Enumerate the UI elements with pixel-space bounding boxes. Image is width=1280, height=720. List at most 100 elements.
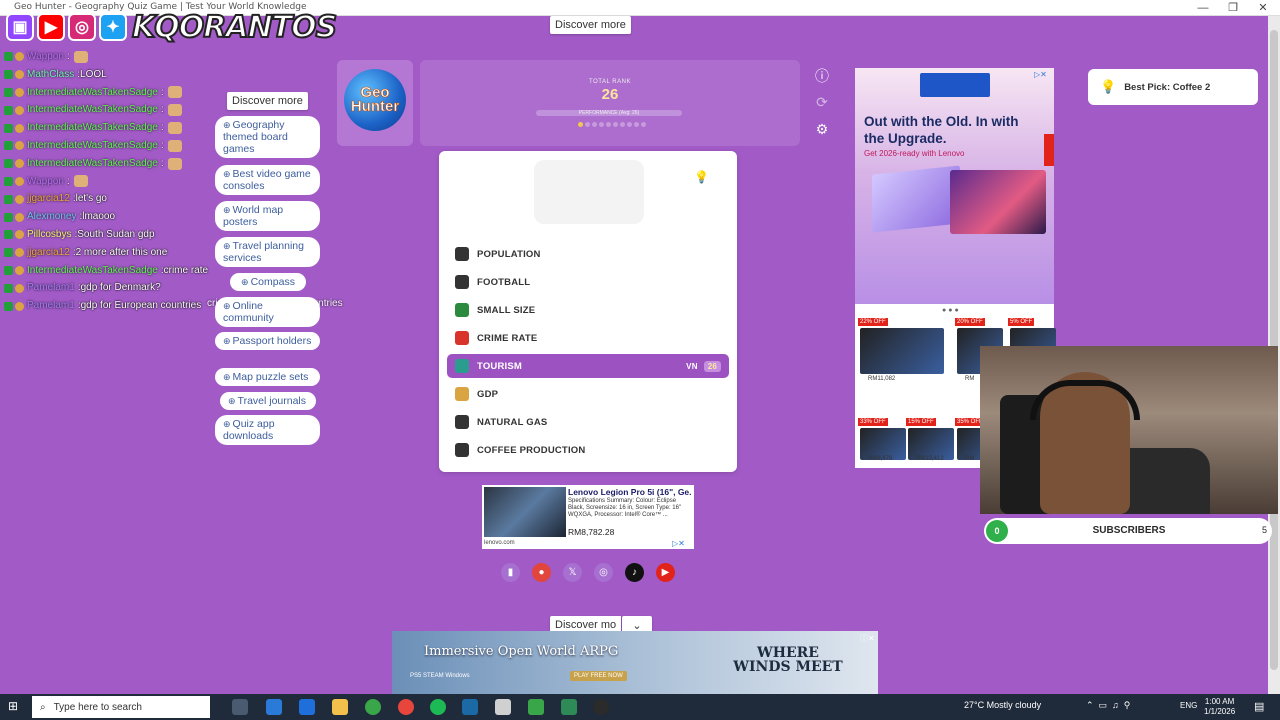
category-label: POPULATION xyxy=(477,248,541,260)
ad-link-online-community[interactable]: ⊕ Online community xyxy=(215,297,320,327)
verified-badge-icon xyxy=(4,265,13,275)
chrome-icon[interactable] xyxy=(365,699,381,715)
chat-text: South Sudan gdp xyxy=(77,228,155,240)
product-image[interactable] xyxy=(484,487,566,537)
app-icon[interactable] xyxy=(495,699,511,715)
category-row-crime-rate[interactable]: CRIME RATE xyxy=(447,326,729,350)
app-icon[interactable] xyxy=(528,699,544,715)
excel-icon[interactable] xyxy=(561,699,577,715)
chat-separator: : xyxy=(160,104,164,116)
emote-icon xyxy=(167,122,182,135)
ad-link-quiz-apps[interactable]: ⊕ Quiz app downloads xyxy=(215,415,320,445)
product-tile-image[interactable] xyxy=(860,328,944,374)
performance-dot xyxy=(627,122,632,127)
record-icon[interactable]: ● xyxy=(532,563,551,582)
discover-more-top[interactable]: Discover more xyxy=(550,16,631,34)
plus-circle-icon: ⊕ xyxy=(223,120,231,130)
chat-separator: : xyxy=(160,86,164,98)
windows-start-icon[interactable]: ⊞ xyxy=(8,699,22,713)
ad-link-travel-planning[interactable]: ⊕ Travel planning services xyxy=(215,237,320,267)
tourism-icon xyxy=(455,359,469,373)
chat-separator: : xyxy=(66,51,70,62)
clock[interactable]: 1:00 AM 1/1/2026 xyxy=(1204,697,1235,717)
category-row-tourism[interactable]: TOURISM VN 26 xyxy=(447,354,729,378)
lightbulb-icon[interactable]: 💡 xyxy=(694,170,709,184)
product-title[interactable]: Lenovo Legion Pro 5i (16", Ge... xyxy=(568,487,692,497)
verified-badge-icon xyxy=(4,87,13,97)
category-row-small-size[interactable]: SMALL SIZE xyxy=(447,298,729,322)
info-icon[interactable]: ⓘ xyxy=(813,67,831,85)
carousel-dots[interactable]: ●●● xyxy=(942,307,961,314)
ad-close-icon[interactable]: ⓘ✕ xyxy=(860,633,875,644)
category-row-coffee-production[interactable]: COFFEE PRODUCTION xyxy=(447,438,729,462)
category-row-population[interactable]: POPULATION xyxy=(447,242,729,266)
verified-badge-icon xyxy=(4,105,13,115)
obs-icon[interactable] xyxy=(593,699,609,715)
product-domain[interactable]: lenovo.com xyxy=(484,540,515,546)
sub-badge-icon xyxy=(15,283,24,293)
bug-report-icon[interactable]: ▮ xyxy=(501,563,520,582)
category-row-gdp[interactable]: GDP xyxy=(447,382,729,406)
bottom-ad-brand[interactable]: WHERE WINDS MEET xyxy=(728,646,848,674)
ad-link-compass[interactable]: ⊕ Compass xyxy=(230,273,306,291)
close-button[interactable]: ✕ xyxy=(1256,1,1270,15)
play-free-button[interactable]: PLAY FREE NOW xyxy=(570,671,627,681)
search-placeholder: Type here to search xyxy=(53,701,142,713)
language-indicator[interactable]: ENG xyxy=(1180,701,1197,710)
ad-link-board-games[interactable]: ⊕ Geography themed board games xyxy=(215,116,320,158)
copilot-icon[interactable] xyxy=(266,699,282,715)
rank-panel xyxy=(420,60,800,146)
football-icon xyxy=(455,275,469,289)
plus-circle-icon: ⊕ xyxy=(223,419,231,429)
chrome-icon[interactable] xyxy=(398,699,414,715)
chat-username: IntermediateWasTakenSadge xyxy=(27,157,158,169)
category-label: TOURISM xyxy=(477,360,523,372)
emote-icon xyxy=(73,50,88,63)
ad-link-travel-journals[interactable]: ⊕ Travel journals xyxy=(220,392,316,410)
refresh-icon[interactable]: ⟳ xyxy=(813,93,831,111)
subscriber-goal: 5 xyxy=(1262,525,1268,535)
tiktok-icon[interactable]: ♪ xyxy=(625,563,644,582)
ad-link-map-posters[interactable]: ⊕ World map posters xyxy=(215,201,320,231)
category-row-natural-gas[interactable]: NATURAL GAS xyxy=(447,410,729,434)
ad-link-map-puzzles[interactable]: ⊕ Map puzzle sets xyxy=(215,368,320,386)
verified-badge-icon xyxy=(4,52,13,62)
product-price: RM8,782.28 xyxy=(568,527,615,537)
bottom-ad-title[interactable]: Immersive Open World ARPG xyxy=(424,644,618,659)
youtube-icon[interactable]: ▶ xyxy=(656,563,675,582)
maximize-button[interactable]: ❐ xyxy=(1226,1,1240,15)
minimize-button[interactable]: — xyxy=(1196,1,1210,15)
taskbar-search[interactable]: ⌕ Type here to search xyxy=(32,696,210,718)
discover-more-button[interactable]: Discover more xyxy=(227,92,308,110)
edge-icon[interactable] xyxy=(299,699,315,715)
task-view-icon[interactable] xyxy=(232,699,248,715)
ad-choices-icon[interactable]: ▷✕ xyxy=(672,539,685,548)
sub-badge-icon xyxy=(15,87,24,97)
ad-choices-icon[interactable]: ▷✕ xyxy=(1034,70,1047,79)
ad-link-passport-holders[interactable]: ⊕ Passport holders xyxy=(215,332,320,350)
verified-badge-icon xyxy=(4,176,13,186)
product-tile-price: RM xyxy=(965,376,975,382)
category-row-football[interactable]: FOOTBALL xyxy=(447,270,729,294)
lightbulb-icon: 💡 xyxy=(1100,79,1117,94)
notification-icon[interactable]: ▤ xyxy=(1254,700,1264,713)
spotify-icon[interactable] xyxy=(430,699,446,715)
settings-icon[interactable]: ⚙ xyxy=(813,120,831,138)
chat-separator: : xyxy=(66,175,70,187)
game-logo[interactable]: Geo Hunter xyxy=(340,85,410,115)
x-icon[interactable]: 𝕏 xyxy=(563,563,582,582)
steam-icon[interactable] xyxy=(462,699,478,715)
instagram-icon: ◎ xyxy=(68,13,96,41)
plus-circle-icon: ⊕ xyxy=(223,241,231,251)
people-icon xyxy=(455,247,469,261)
file-explorer-icon[interactable] xyxy=(332,699,348,715)
weather-widget[interactable]: 27°C Mostly cloudy xyxy=(964,700,1041,710)
instagram-icon[interactable]: ◎ xyxy=(594,563,613,582)
chat-text: lmaooo xyxy=(82,211,116,223)
ad-link-game-consoles[interactable]: ⊕ Best video game consoles xyxy=(215,165,320,195)
sub-badge-icon xyxy=(15,141,24,151)
system-tray-icons[interactable]: ⌃▭♫⚲ xyxy=(1086,700,1135,711)
chat-text: 2 more after this one xyxy=(75,246,168,258)
clock-date: 1/1/2026 xyxy=(1204,707,1236,716)
sub-badge-icon xyxy=(15,70,24,80)
